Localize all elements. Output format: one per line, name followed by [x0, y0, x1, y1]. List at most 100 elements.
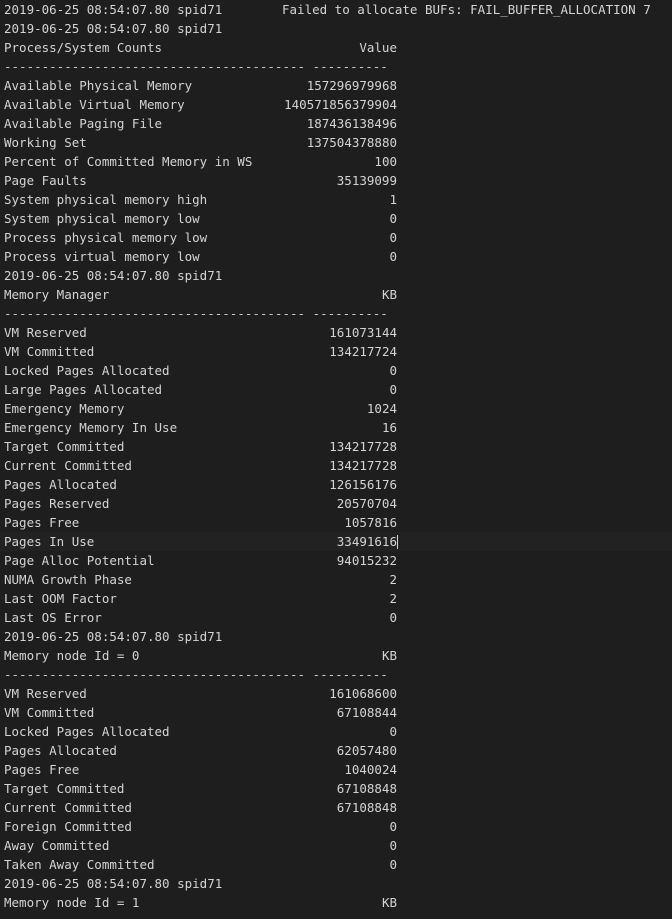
counter-value: 67108848	[336, 781, 397, 796]
counter-value: KB	[381, 287, 397, 302]
counter-label: Emergency Memory In Use	[4, 420, 178, 435]
log-entry-line: Foreign Committed 0	[0, 817, 672, 836]
log-entry-line: VM Committed 67108844	[0, 703, 672, 722]
counter-label: VM Committed	[4, 344, 95, 359]
counter-value: 33491616	[336, 534, 397, 549]
counter-label: Page Faults	[4, 173, 87, 188]
log-entry-line: Process/System Counts Value	[0, 38, 672, 57]
log-entry-line: Pages Free 1057816	[0, 513, 672, 532]
counter-label: Current Committed	[4, 458, 132, 473]
log-entry-line: Last OOM Factor 2	[0, 589, 672, 608]
timestamp-text: 2019-06-25 08:54:07.80 spid71	[4, 876, 223, 891]
log-entry-line: Locked Pages Allocated 0	[0, 361, 672, 380]
counter-label: Locked Pages Allocated	[4, 724, 170, 739]
log-entry-line: Target Committed 134217728	[0, 437, 672, 456]
log-entry-line: Memory node Id = 0 KB	[0, 646, 672, 665]
log-entry-line: Pages Reserved 20570704	[0, 494, 672, 513]
counter-value: 137504378880	[306, 135, 397, 150]
log-entry-line: Pages Allocated 62057480	[0, 741, 672, 760]
counter-value: 0	[389, 363, 397, 378]
log-entry-line: Process virtual memory low 0	[0, 247, 672, 266]
log-entry-line: Pages Free 1040024	[0, 760, 672, 779]
log-entry-line: Page Alloc Potential 94015232	[0, 551, 672, 570]
counter-value: 35139099	[336, 173, 397, 188]
log-entry-line: Taken Away Committed 0	[0, 855, 672, 874]
log-entry-line: Memory Manager KB	[0, 285, 672, 304]
dash-separator: ----------------------------------------…	[4, 59, 388, 74]
counter-value: 0	[389, 610, 397, 625]
counter-value: 67108844	[336, 705, 397, 720]
timestamp-text: 2019-06-25 08:54:07.80 spid71	[4, 21, 223, 36]
counter-value: 1024	[366, 401, 397, 416]
log-entry-line: Large Pages Allocated 0	[0, 380, 672, 399]
dash-separator: ----------------------------------------…	[4, 306, 388, 321]
log-entry-line: Pages Allocated 126156176	[0, 475, 672, 494]
counter-label: Working Set	[4, 135, 87, 150]
counter-value: 20570704	[336, 496, 397, 511]
log-entry-line: NUMA Growth Phase 2	[0, 570, 672, 589]
log-entry-line: Emergency Memory 1024	[0, 399, 672, 418]
log-text-area[interactable]: 2019-06-25 08:54:07.80 spid71 Failed to a…	[0, 0, 672, 912]
counter-label: Away Committed	[4, 838, 110, 853]
counter-label: Memory Manager	[4, 287, 110, 302]
log-timestamp-line: 2019-06-25 08:54:07.80 spid71	[0, 874, 672, 893]
log-entry-line: Percent of Committed Memory in WS 100	[0, 152, 672, 171]
log-entry-line: Available Virtual Memory 140571856379904	[0, 95, 672, 114]
log-entry-line: Page Faults 35139099	[0, 171, 672, 190]
counter-label: Process physical memory low	[4, 230, 208, 245]
timestamp-text: 2019-06-25 08:54:07.80 spid71	[4, 629, 223, 644]
log-timestamp-line: 2019-06-25 08:54:07.80 spid71	[0, 266, 672, 285]
counter-label: Percent of Committed Memory in WS	[4, 154, 253, 169]
counter-value: 16	[381, 420, 397, 435]
counter-value: 140571856379904	[284, 97, 397, 112]
counter-label: Pages In Use	[4, 534, 95, 549]
text-cursor	[397, 535, 398, 549]
counter-value: 1057816	[344, 515, 397, 530]
counter-value: KB	[381, 648, 397, 663]
counter-value: Value	[359, 40, 397, 55]
log-entry-line: Available Paging File 187436138496	[0, 114, 672, 133]
counter-label: Process virtual memory low	[4, 249, 200, 264]
counter-value: 0	[389, 230, 397, 245]
log-entry-line: Memory node Id = 1 KB	[0, 893, 672, 912]
counter-label: System physical memory high	[4, 192, 208, 207]
counter-label: Target Committed	[4, 781, 125, 796]
log-entry-line: VM Reserved 161073144	[0, 323, 672, 342]
counter-label: System physical memory low	[4, 211, 200, 226]
counter-value: 187436138496	[306, 116, 397, 131]
counter-value: 0	[389, 382, 397, 397]
counter-label: Memory node Id = 1	[4, 895, 140, 910]
dash-separator: ----------------------------------------…	[4, 667, 388, 682]
log-entry-line: System physical memory high 1	[0, 190, 672, 209]
timestamp-text: 2019-06-25 08:54:07.80 spid71	[4, 268, 223, 283]
counter-value: 0	[389, 724, 397, 739]
separator-line: ----------------------------------------…	[0, 665, 672, 684]
counter-value: 2	[389, 572, 397, 587]
log-entry-line: VM Committed 134217724	[0, 342, 672, 361]
counter-label: Taken Away Committed	[4, 857, 155, 872]
counter-label: Large Pages Allocated	[4, 382, 163, 397]
counter-label: Available Physical Memory	[4, 78, 193, 93]
separator-line: ----------------------------------------…	[0, 304, 672, 323]
counter-label: VM Reserved	[4, 325, 87, 340]
counter-value: 0	[389, 838, 397, 853]
error-message-text: Failed to allocate BUFs: FAIL_BUFFER_ALL…	[282, 2, 651, 17]
log-entry-line: Current Committed 67108848	[0, 798, 672, 817]
counter-label: Page Alloc Potential	[4, 553, 155, 568]
counter-value: KB	[381, 895, 397, 910]
log-entry-line: Emergency Memory In Use 16	[0, 418, 672, 437]
counter-label: NUMA Growth Phase	[4, 572, 132, 587]
counter-value: 1	[389, 192, 397, 207]
counter-value: 2	[389, 591, 397, 606]
log-entry-line: Target Committed 67108848	[0, 779, 672, 798]
log-entry-line: Working Set 137504378880	[0, 133, 672, 152]
counter-value: 94015232	[336, 553, 397, 568]
counter-label: Last OOM Factor	[4, 591, 117, 606]
counter-value: 134217728	[329, 439, 397, 454]
counter-value: 134217724	[329, 344, 397, 359]
counter-label: Available Paging File	[4, 116, 163, 131]
counter-value: 0	[389, 249, 397, 264]
counter-value: 134217728	[329, 458, 397, 473]
counter-value: 126156176	[329, 477, 397, 492]
counter-label: VM Reserved	[4, 686, 87, 701]
